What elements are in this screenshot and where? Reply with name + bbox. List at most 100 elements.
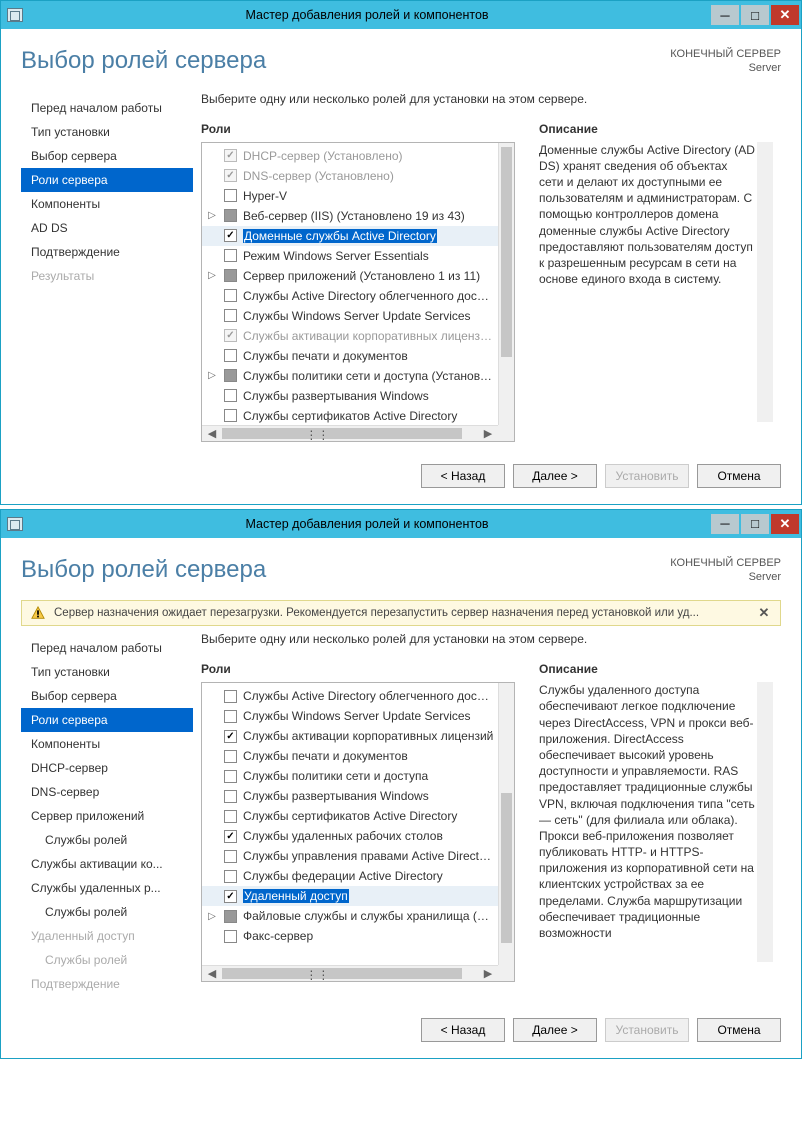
role-row[interactable]: ▷Веб-сервер (IIS) (Установлено 19 из 43): [202, 206, 498, 226]
role-row[interactable]: Службы Windows Server Update Services: [202, 706, 498, 726]
nav-item[interactable]: AD DS: [21, 216, 193, 240]
nav-item[interactable]: Тип установки: [21, 660, 193, 684]
nav-item[interactable]: Перед началом работы: [21, 96, 193, 120]
maximize-button[interactable]: □: [741, 5, 769, 25]
system-icon[interactable]: [7, 8, 23, 22]
scroll-left-icon[interactable]: ◀: [202, 967, 222, 980]
role-checkbox[interactable]: [224, 850, 237, 863]
maximize-button[interactable]: □: [741, 514, 769, 534]
role-checkbox[interactable]: [224, 249, 237, 262]
nav-item[interactable]: Компоненты: [21, 732, 193, 756]
nav-item[interactable]: Службы удаленных р...: [21, 876, 193, 900]
nav-item[interactable]: Службы активации ко...: [21, 852, 193, 876]
role-row[interactable]: Доменные службы Active Directory: [202, 226, 498, 246]
nav-item[interactable]: Сервер приложений: [21, 804, 193, 828]
role-checkbox[interactable]: [224, 349, 237, 362]
nav-item[interactable]: Выбор сервера: [21, 144, 193, 168]
scrollbar-thumb[interactable]: [501, 793, 512, 943]
role-checkbox[interactable]: [224, 770, 237, 783]
role-checkbox[interactable]: [224, 830, 237, 843]
role-checkbox[interactable]: [224, 810, 237, 823]
roles-horizontal-scrollbar[interactable]: ◀ ⋮⋮ ▶: [202, 965, 498, 981]
scroll-left-icon[interactable]: ◀: [202, 427, 222, 440]
role-checkbox[interactable]: [224, 369, 237, 382]
back-button[interactable]: < Назад: [421, 464, 505, 488]
role-checkbox[interactable]: [224, 389, 237, 402]
role-checkbox[interactable]: [224, 750, 237, 763]
roles-listbox[interactable]: Службы Active Directory облегченного дос…: [201, 682, 515, 982]
role-row[interactable]: DHCP-сервер (Установлено): [202, 146, 498, 166]
description-scrollbar[interactable]: [757, 682, 773, 962]
nav-item[interactable]: Компоненты: [21, 192, 193, 216]
cancel-button[interactable]: Отмена: [697, 1018, 781, 1042]
titlebar[interactable]: Мастер добавления ролей и компонентов ─ …: [1, 510, 801, 538]
nav-item[interactable]: Роли сервера: [21, 708, 193, 732]
expand-icon[interactable]: ▷: [206, 270, 218, 281]
role-checkbox[interactable]: [224, 710, 237, 723]
role-row[interactable]: Службы печати и документов: [202, 746, 498, 766]
minimize-button[interactable]: ─: [711, 5, 739, 25]
role-checkbox[interactable]: [224, 930, 237, 943]
warning-close-icon[interactable]: ✕: [756, 605, 772, 621]
roles-vertical-scrollbar[interactable]: [498, 143, 514, 425]
role-checkbox[interactable]: [224, 189, 237, 202]
role-row[interactable]: Службы управления правами Active Directo…: [202, 846, 498, 866]
role-checkbox[interactable]: [224, 309, 237, 322]
scroll-right-icon[interactable]: ▶: [478, 967, 498, 980]
cancel-button[interactable]: Отмена: [697, 464, 781, 488]
role-row[interactable]: Режим Windows Server Essentials: [202, 246, 498, 266]
description-scrollbar[interactable]: [757, 142, 773, 422]
role-checkbox[interactable]: [224, 890, 237, 903]
role-row[interactable]: ▷Файловые службы и службы хранилища (Уст…: [202, 906, 498, 926]
system-icon[interactable]: [7, 517, 23, 531]
scrollbar-thumb[interactable]: ⋮⋮: [222, 428, 462, 439]
expand-icon[interactable]: ▷: [206, 911, 218, 922]
roles-vertical-scrollbar[interactable]: [498, 683, 514, 965]
scrollbar-track[interactable]: ⋮⋮: [222, 426, 478, 441]
role-checkbox[interactable]: [224, 730, 237, 743]
scroll-right-icon[interactable]: ▶: [478, 427, 498, 440]
close-button[interactable]: ✕: [771, 5, 799, 25]
role-row[interactable]: Службы федерации Active Directory: [202, 866, 498, 886]
role-row[interactable]: Службы сертификатов Active Directory: [202, 406, 498, 425]
expand-icon[interactable]: ▷: [206, 210, 218, 221]
role-row[interactable]: Службы сертификатов Active Directory: [202, 806, 498, 826]
scrollbar-thumb[interactable]: ⋮⋮: [222, 968, 462, 979]
role-row[interactable]: Службы политики сети и доступа: [202, 766, 498, 786]
back-button[interactable]: < Назад: [421, 1018, 505, 1042]
scrollbar-thumb[interactable]: [501, 147, 512, 357]
role-row[interactable]: Службы активации корпоративных лицензий …: [202, 326, 498, 346]
minimize-button[interactable]: ─: [711, 514, 739, 534]
role-checkbox[interactable]: [224, 209, 237, 222]
role-row[interactable]: Службы Windows Server Update Services: [202, 306, 498, 326]
role-checkbox[interactable]: [224, 790, 237, 803]
expand-icon[interactable]: ▷: [206, 370, 218, 381]
next-button[interactable]: Далее >: [513, 1018, 597, 1042]
nav-item[interactable]: Службы ролей: [21, 900, 193, 924]
next-button[interactable]: Далее >: [513, 464, 597, 488]
role-row[interactable]: Удаленный доступ: [202, 886, 498, 906]
nav-item[interactable]: Перед началом работы: [21, 636, 193, 660]
role-checkbox[interactable]: [224, 289, 237, 302]
nav-item[interactable]: Службы ролей: [21, 828, 193, 852]
role-row[interactable]: Службы активации корпоративных лицензий: [202, 726, 498, 746]
close-button[interactable]: ✕: [771, 514, 799, 534]
role-row[interactable]: Службы удаленных рабочих столов: [202, 826, 498, 846]
role-row[interactable]: DNS-сервер (Установлено): [202, 166, 498, 186]
role-checkbox[interactable]: [224, 870, 237, 883]
role-row[interactable]: Службы развертывания Windows: [202, 386, 498, 406]
role-checkbox[interactable]: [224, 229, 237, 242]
role-checkbox[interactable]: [224, 910, 237, 923]
role-checkbox[interactable]: [224, 269, 237, 282]
role-row[interactable]: Факс-сервер: [202, 926, 498, 946]
role-checkbox[interactable]: [224, 409, 237, 422]
nav-item[interactable]: Выбор сервера: [21, 684, 193, 708]
role-checkbox[interactable]: [224, 690, 237, 703]
role-row[interactable]: Службы развертывания Windows: [202, 786, 498, 806]
nav-item[interactable]: DNS-сервер: [21, 780, 193, 804]
nav-item[interactable]: Роли сервера: [21, 168, 193, 192]
nav-item[interactable]: Подтверждение: [21, 240, 193, 264]
role-row[interactable]: Службы Active Directory облегченного дос…: [202, 286, 498, 306]
roles-listbox[interactable]: DHCP-сервер (Установлено)DNS-сервер (Уст…: [201, 142, 515, 442]
role-row[interactable]: Службы Active Directory облегченного дос…: [202, 686, 498, 706]
